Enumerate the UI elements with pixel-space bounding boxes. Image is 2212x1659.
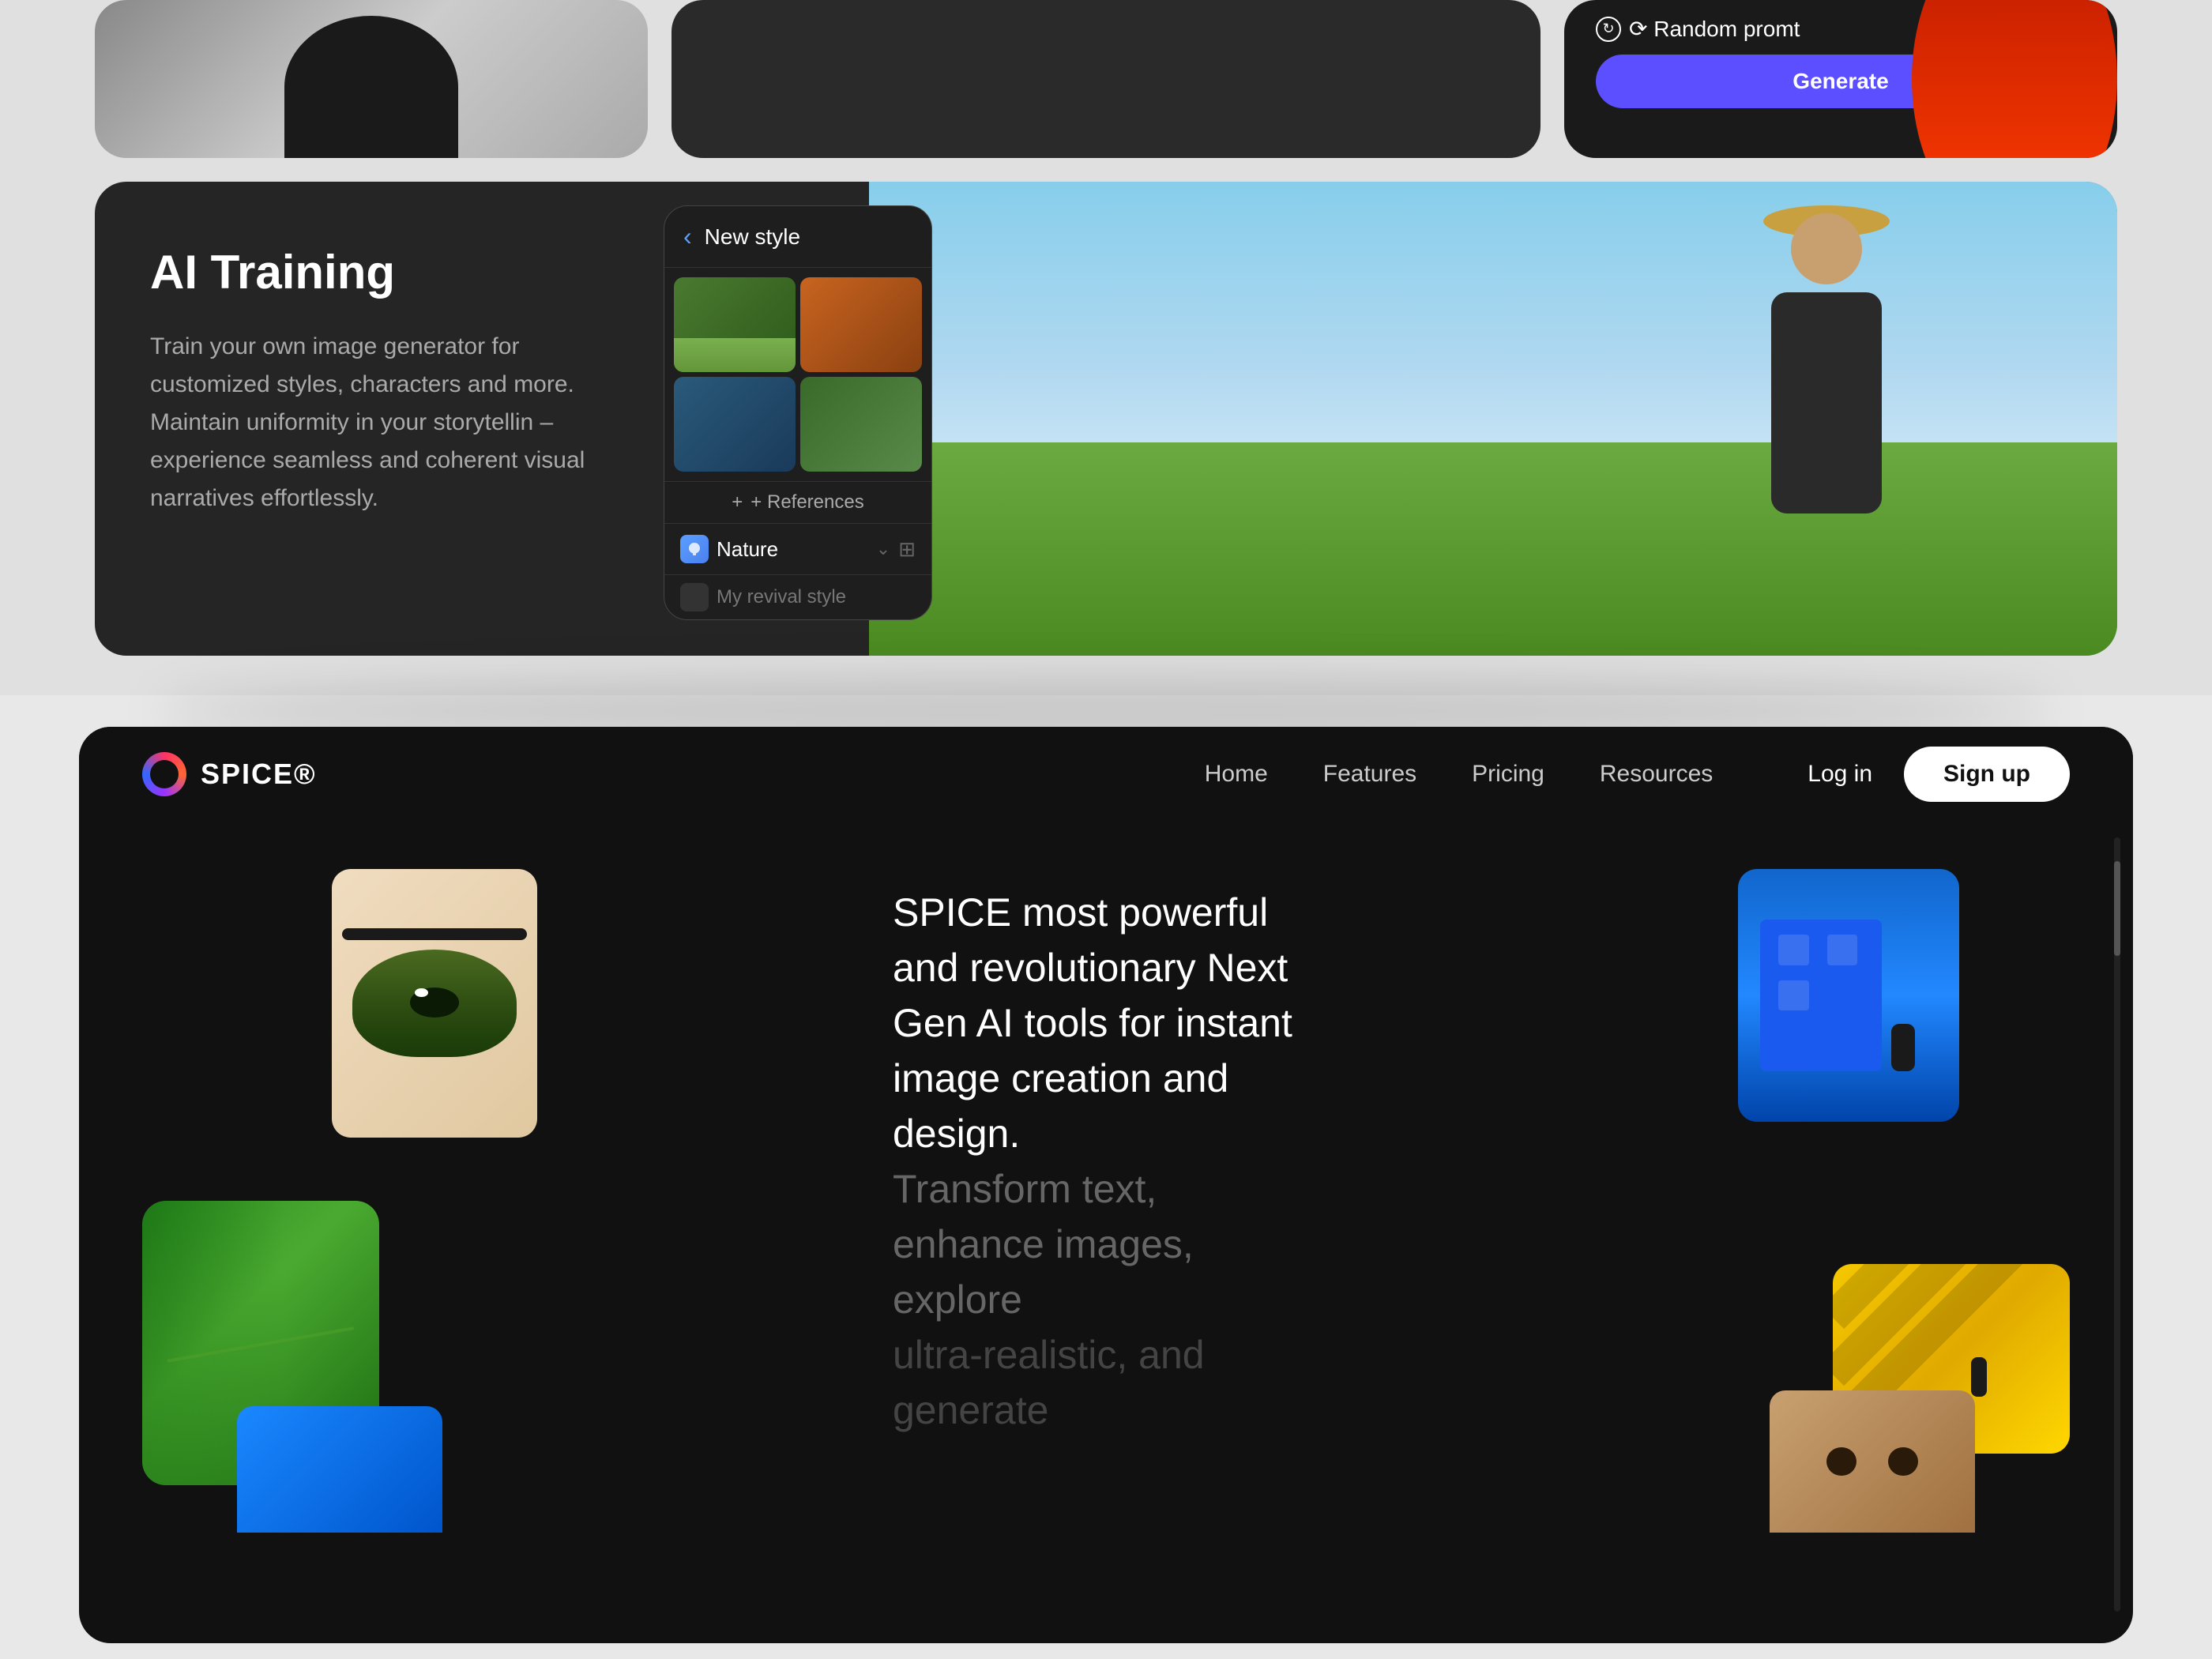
grid-image-4 <box>800 377 922 472</box>
nature-icon <box>680 535 709 563</box>
revival-label: My revival style <box>717 586 846 608</box>
hero-body <box>1771 292 1882 514</box>
random-promt-text: ⟳ Random promt <box>1629 16 1800 42</box>
revival-row[interactable]: My revival style <box>664 574 931 619</box>
hero-section: SPICE most powerful and revolutionary Ne… <box>79 822 2133 1533</box>
hero-person-container <box>869 182 2117 656</box>
building-window-1 <box>1778 935 1809 965</box>
grid-image-3 <box>674 377 796 472</box>
nav-item-features[interactable]: Features <box>1323 761 1416 788</box>
top-section: ↻ ⟳ Random promt Generate AI Training Tr… <box>0 0 2212 695</box>
hero-title-main: SPICE most powerful and revolutionary Ne… <box>893 890 1292 1156</box>
nav-link-home[interactable]: Home <box>1205 761 1268 787</box>
plus-icon: + <box>732 491 743 514</box>
face-eye-right <box>1888 1447 1917 1476</box>
hero-head <box>1791 213 1862 284</box>
spice-website: SPICE® Home Features Pricing Resources L… <box>79 727 2133 1643</box>
phone-back-button[interactable]: ‹ <box>683 222 692 251</box>
grid-image-1 <box>674 277 796 372</box>
references-button[interactable]: + + References <box>664 481 931 523</box>
person-red-image <box>1912 0 2117 158</box>
bottom-blue-image <box>237 1406 442 1533</box>
bottom-partial-images <box>79 1375 2133 1533</box>
nature-row[interactable]: Nature ⌄ ⊞ <box>664 523 931 574</box>
ai-training-content: AI Training Train your own image generat… <box>95 182 664 656</box>
building-person <box>1891 1024 1915 1071</box>
nav-links: Home Features Pricing Resources <box>1205 761 1714 788</box>
grid-image-2 <box>800 277 922 372</box>
revival-icon <box>680 583 709 611</box>
chevron-down-icon: ⌄ <box>876 539 890 559</box>
hero-eye-image <box>332 869 537 1138</box>
person-image <box>95 0 648 158</box>
top-card-person <box>95 0 648 158</box>
random-icon: ↻ <box>1596 17 1621 42</box>
hero-field <box>869 442 2117 656</box>
nav-item-home[interactable]: Home <box>1205 761 1268 788</box>
bottom-face-image <box>1770 1390 1975 1533</box>
face-eye-left <box>1826 1447 1856 1476</box>
navbar: SPICE® Home Features Pricing Resources L… <box>79 727 2133 822</box>
logo[interactable]: SPICE® <box>142 752 317 796</box>
building-window-2 <box>1827 935 1858 965</box>
logo-icon <box>142 752 186 796</box>
top-card-middle <box>672 0 1540 158</box>
phone-grid <box>664 268 931 481</box>
face-eyes <box>1811 1447 1934 1476</box>
nav-link-resources[interactable]: Resources <box>1600 761 1713 787</box>
ai-training-title: AI Training <box>150 245 608 299</box>
hero-background-image <box>869 182 2117 656</box>
eye-lashes <box>342 928 527 940</box>
hero-person-figure <box>1747 213 1905 514</box>
nature-label: Nature <box>717 537 868 562</box>
building-wall <box>1760 920 1882 1071</box>
logo-text: SPICE® <box>201 758 317 791</box>
nav-link-pricing[interactable]: Pricing <box>1472 761 1544 787</box>
person-silhouette <box>284 16 458 158</box>
building-detail <box>1738 869 1959 1122</box>
nav-item-resources[interactable]: Resources <box>1600 761 1713 788</box>
grid-icon: ⊞ <box>898 537 916 562</box>
hero-title-faded: Transform text, enhance images, explore <box>893 1167 1194 1322</box>
phone-header-title: New style <box>705 224 800 250</box>
signup-button[interactable]: Sign up <box>1904 747 2070 802</box>
phone-header: ‹ New style <box>664 206 931 268</box>
eye-highlight <box>415 988 428 997</box>
building-window-3 <box>1778 980 1809 1010</box>
nav-item-pricing[interactable]: Pricing <box>1472 761 1544 788</box>
ai-training-card: AI Training Train your own image generat… <box>95 182 2117 656</box>
nav-actions: Log in Sign up <box>1808 747 2070 802</box>
hero-building-image <box>1738 869 1959 1122</box>
phone-mockup: ‹ New style + + References <box>664 205 932 620</box>
eye-iris <box>352 950 517 1057</box>
hero-title: SPICE most powerful and revolutionary Ne… <box>893 885 1319 1438</box>
top-row: ↻ ⟳ Random promt Generate <box>95 0 2117 158</box>
top-card-generate: ↻ ⟳ Random promt Generate <box>1564 0 2117 158</box>
login-button[interactable]: Log in <box>1808 761 1872 788</box>
ai-training-desc: Train your own image generator for custo… <box>150 328 608 517</box>
references-label: + References <box>750 491 863 514</box>
ai-training-visual: ‹ New style + + References <box>664 182 2117 656</box>
nav-link-features[interactable]: Features <box>1323 761 1416 787</box>
